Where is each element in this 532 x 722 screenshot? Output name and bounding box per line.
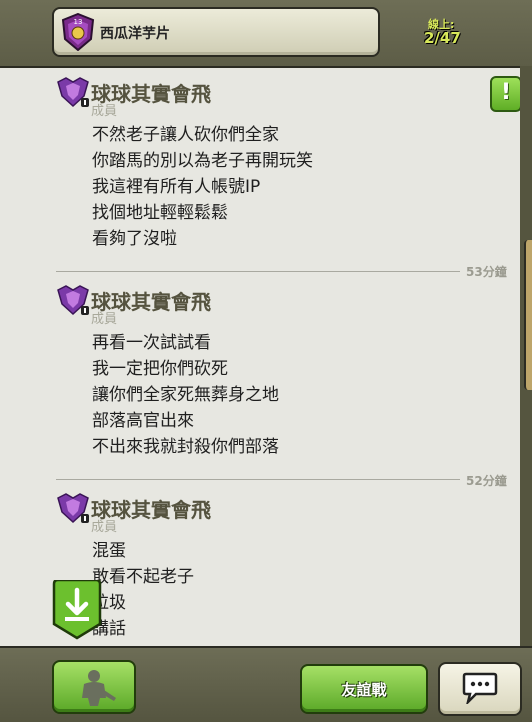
clan-header: 13 西瓜洋芋片 線上: 2/47 [0,0,532,68]
chat-input-button[interactable] [438,662,522,716]
clan-level: 13 [74,18,83,26]
sender-role: 成員 [91,104,118,119]
chat-bubble-icon [462,672,498,704]
message-line: 不出來我就封殺你們部落 [92,437,279,457]
message-line: 部落高官出來 [92,411,194,431]
chat-panel[interactable]: ! 球球其實會飛 成員 不然老子讓人砍你們全家 你踏馬的別以為老子再開玩笑 我這… [0,68,520,646]
message-timestamp: 53分鐘 [466,265,507,279]
message-line: 我這裡有所有人帳號IP [92,177,261,197]
message-line: 我一定把你們砍死 [92,359,228,379]
chat-footer: 友誼戰 [0,646,532,722]
clan-info-bar[interactable]: 13 西瓜洋芋片 [52,7,380,57]
sender-role: 成員 [91,312,118,327]
message-line: 看夠了沒啦 [92,229,177,249]
message-timestamp: 52分鐘 [466,474,507,488]
league-badge-icon [57,285,89,316]
friendly-war-label: 友誼戰 [341,681,387,699]
message-divider [56,479,460,480]
message-line: 你踏馬的別以為老子再開玩笑 [92,151,313,171]
troops-icon [82,670,116,706]
download-icon[interactable] [52,580,102,640]
online-count: 2/47 [424,29,461,47]
report-button[interactable]: ! [490,76,520,112]
message-line: 再看一次試試看 [92,333,211,353]
message-line: 讓你們全家死無葬身之地 [92,385,279,405]
sender-role: 成員 [91,520,118,535]
clan-badge-icon: 13 [61,13,95,51]
message-line: 找個地址輕輕鬆鬆 [92,203,228,223]
league-badge-icon [57,77,89,108]
message-divider [56,271,460,272]
message-line: 敢看不起老子 [92,567,194,587]
friendly-war-button[interactable]: 友誼戰 [300,664,428,714]
side-tab[interactable] [524,240,532,390]
message-line: 不然老子讓人砍你們全家 [92,125,279,145]
league-badge-icon [57,493,89,524]
request-troops-button[interactable] [52,660,136,714]
clan-name: 西瓜洋芋片 [100,26,170,42]
message-line: 混蛋 [92,541,126,561]
